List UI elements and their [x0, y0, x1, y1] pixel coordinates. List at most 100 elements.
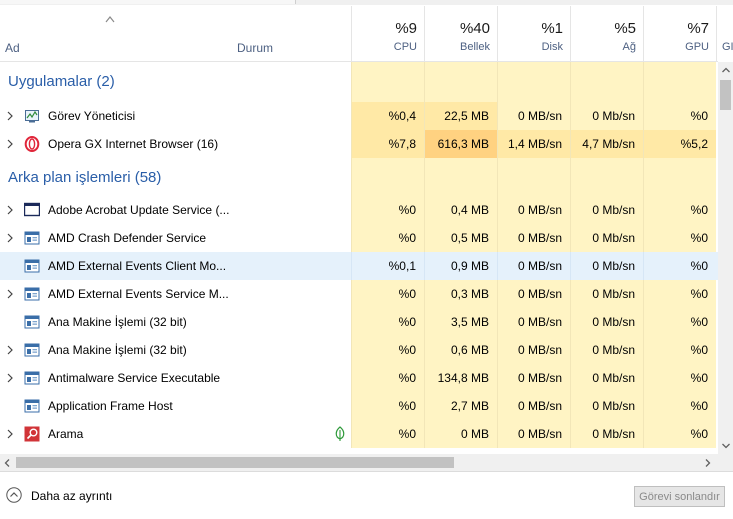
network-value: 0 Mb/sn	[570, 420, 643, 448]
vertical-scroll-thumb[interactable]	[720, 80, 731, 110]
gpu-value: %0	[643, 336, 716, 364]
search-app-icon	[24, 426, 40, 442]
less-details-label: Daha az ayrıntı	[31, 489, 113, 503]
tab-stub[interactable]	[0, 0, 53, 4]
column-label-name: Ad	[5, 41, 20, 55]
column-header-network[interactable]: %5 Ağ	[570, 6, 644, 61]
sort-up-icon	[105, 16, 115, 23]
group-heat-cell	[570, 62, 643, 102]
horizontal-scrollbar[interactable]	[0, 454, 718, 471]
column-header-gpu[interactable]: %7 GPU	[643, 6, 717, 61]
process-name: AMD Crash Defender Service	[48, 231, 207, 245]
group-heat-cell	[424, 62, 497, 102]
column-header-name[interactable]: Ad	[0, 6, 232, 61]
network-value: 0 Mb/sn	[570, 336, 643, 364]
process-list: Uygulamalar (2) Görev Yöneticisi %0,4 22,5 …	[0, 62, 718, 454]
gpu-value: %0	[643, 420, 716, 448]
cpu-value: %0	[351, 280, 424, 308]
footer: Daha az ayrıntı Görevi sonlandır	[0, 471, 733, 519]
expand-chevron-icon[interactable]	[5, 289, 15, 299]
gpu-total: %7	[687, 20, 709, 37]
network-value: 0 Mb/sn	[570, 102, 643, 130]
window-icon	[24, 202, 40, 217]
expand-chevron-icon[interactable]	[5, 233, 15, 243]
group-heat-cell	[643, 62, 716, 102]
disk-value: 0 MB/sn	[497, 420, 570, 448]
group-label: Uygulamalar (2)	[8, 73, 115, 90]
network-value: 4,7 Mb/sn	[570, 130, 643, 158]
group-header[interactable]: Arka plan işlemleri (58)	[0, 158, 718, 198]
column-header-status[interactable]: Durum	[232, 6, 351, 61]
process-row[interactable]: Görev Yöneticisi %0,4 22,5 MB 0 MB/sn 0 Mb/s…	[0, 102, 718, 130]
network-value: 0 Mb/sn	[570, 252, 643, 280]
column-header-memory[interactable]: %40 Bellek	[424, 6, 498, 61]
expand-chevron-icon[interactable]	[5, 139, 15, 149]
process-row[interactable]: Ana Makine İşlemi (32 bit) %0 3,5 MB 0 MB/s…	[0, 308, 718, 336]
column-label-gpu: GPU	[685, 41, 709, 53]
memory-total: %40	[459, 20, 490, 37]
process-name: Ana Makine İşlemi (32 bit)	[48, 315, 187, 329]
column-header-cpu[interactable]: %9 CPU	[351, 6, 425, 61]
group-heat-cell	[351, 158, 424, 198]
efficiency-leaf-icon	[335, 426, 345, 441]
process-name: Opera GX Internet Browser (16)	[48, 137, 219, 151]
expand-chevron-icon[interactable]	[5, 345, 15, 355]
process-row[interactable]: Ana Makine İşlemi (32 bit) %0 0,6 MB 0 MB/s…	[0, 336, 718, 364]
scroll-down-icon[interactable]	[722, 443, 730, 449]
column-label-gpu-engine: GI	[722, 41, 733, 53]
expand-chevron-icon[interactable]	[5, 205, 15, 215]
scroll-up-icon[interactable]	[722, 67, 730, 73]
network-value: 0 Mb/sn	[570, 196, 643, 224]
scroll-left-icon[interactable]	[4, 459, 10, 467]
group-heat-cell	[497, 158, 570, 198]
group-label: Arka plan işlemleri (58)	[8, 169, 162, 186]
disk-value: 0 MB/sn	[497, 196, 570, 224]
expand-chevron-icon[interactable]	[5, 373, 15, 383]
gpu-value: %0	[643, 224, 716, 252]
tab-stub[interactable]	[52, 0, 131, 4]
disk-value: 0 MB/sn	[497, 392, 570, 420]
process-name: Ana Makine İşlemi (32 bit)	[48, 343, 187, 357]
process-row[interactable]: AMD Crash Defender Service %0 0,5 MB 0 MB/s…	[0, 224, 718, 252]
memory-value: 0,4 MB	[424, 196, 497, 224]
process-row[interactable]: Opera GX Internet Browser (16) %7,8 616,3 …	[0, 130, 718, 158]
disk-value: 0 MB/sn	[497, 280, 570, 308]
memory-value: 2,7 MB	[424, 392, 497, 420]
horizontal-scroll-thumb[interactable]	[16, 457, 454, 468]
service-icon	[24, 343, 40, 357]
column-header-gpu-engine[interactable]: GI	[716, 6, 733, 61]
process-row[interactable]: AMD External Events Client Mo... %0,1 0,9 …	[0, 252, 718, 280]
gpu-value: %0	[643, 252, 716, 280]
process-row[interactable]: Application Frame Host %0 2,7 MB 0 MB/sn 0 M…	[0, 392, 718, 420]
process-name: Arama	[48, 427, 84, 441]
gpu-value: %0	[643, 392, 716, 420]
scrollbar-corner	[718, 454, 733, 471]
process-name: Adobe Acrobat Update Service (...	[48, 203, 230, 217]
process-row[interactable]: Adobe Acrobat Update Service (... %0 0,4 M…	[0, 196, 718, 224]
column-header-disk[interactable]: %1 Disk	[497, 6, 571, 61]
cpu-value: %0	[351, 364, 424, 392]
gpu-value: %0	[643, 308, 716, 336]
process-row[interactable]: Arama %0 0 MB 0 MB/sn 0 Mb/sn %0	[0, 420, 718, 448]
expand-chevron-icon[interactable]	[5, 111, 15, 121]
expand-chevron-icon[interactable]	[5, 429, 15, 439]
tab-stub[interactable]	[130, 0, 236, 4]
group-heat-cell	[570, 158, 643, 198]
vertical-scrollbar[interactable]	[718, 62, 733, 454]
column-label-cpu: CPU	[393, 41, 417, 53]
service-icon	[24, 315, 40, 329]
disk-value: 1,4 MB/sn	[497, 130, 570, 158]
cpu-value: %0	[351, 196, 424, 224]
memory-value: 0,9 MB	[424, 252, 497, 280]
process-row[interactable]: Antimalware Service Executable %0 134,8 MB…	[0, 364, 718, 392]
cpu-value: %0	[351, 224, 424, 252]
end-task-button[interactable]: Görevi sonlandır	[634, 486, 725, 507]
tab-stub[interactable]	[235, 0, 296, 4]
service-icon	[24, 259, 40, 273]
task-manager-icon	[25, 110, 39, 123]
memory-value: 0,3 MB	[424, 280, 497, 308]
cpu-value: %0	[351, 336, 424, 364]
scroll-right-icon[interactable]	[705, 459, 711, 467]
group-header[interactable]: Uygulamalar (2)	[0, 62, 718, 102]
process-row[interactable]: AMD External Events Service M... %0 0,3 MB…	[0, 280, 718, 308]
